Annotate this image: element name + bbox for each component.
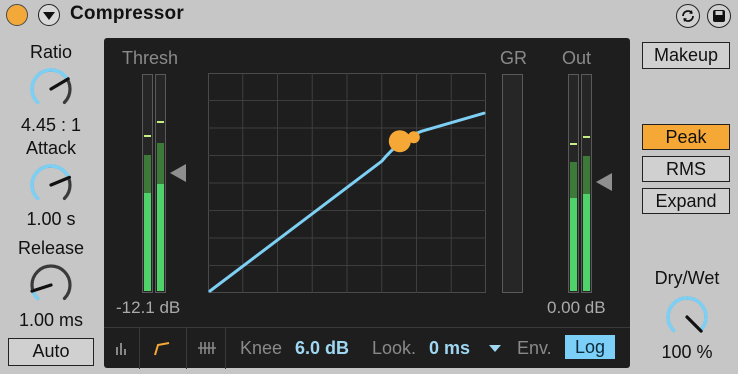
drywet-label: Dry/Wet [654, 268, 720, 288]
makeup-button[interactable]: Makeup [642, 42, 730, 69]
peak-mode-button[interactable]: Peak [642, 124, 730, 150]
auto-release-button[interactable]: Auto [8, 338, 94, 366]
lookahead-value[interactable]: 0 ms [429, 338, 470, 359]
ratio-value[interactable]: 4.45 : 1 [0, 115, 102, 136]
output-meter-left [568, 74, 579, 293]
transfer-curve-graph[interactable] [208, 73, 486, 293]
peak-hold-indicator [157, 121, 164, 123]
knee-label: Knee [240, 338, 283, 358]
meter-view-icon[interactable] [104, 328, 140, 369]
title-bar: Compressor [0, 0, 738, 32]
peak-hold-indicator [583, 136, 590, 138]
rms-mode-button[interactable]: RMS [642, 156, 730, 182]
peak-hold-indicator [570, 143, 577, 145]
expand-mode-button[interactable]: Expand [642, 188, 730, 214]
threshold-slider-handle[interactable] [170, 164, 186, 182]
compressor-display: Thresh GR Out -12.1 dB 0.00 dB Knee 6.0 … [104, 38, 630, 369]
ratio-knob[interactable] [26, 64, 76, 114]
display-bottom-bar: Knee 6.0 dB Look. 0 ms Env. Log [104, 327, 630, 369]
thresh-value[interactable]: -12.1 dB [116, 298, 180, 318]
sync-icon[interactable] [676, 4, 700, 28]
drywet-knob[interactable] [662, 292, 712, 342]
device-title: Compressor [70, 3, 184, 24]
attack-knob[interactable] [26, 160, 76, 210]
out-label: Out [562, 48, 592, 68]
knee-value[interactable]: 6.0 dB [295, 338, 349, 359]
threshold-handle [388, 130, 411, 153]
attack-value[interactable]: 1.00 s [0, 209, 102, 230]
drywet-value[interactable]: 100 % [636, 342, 738, 363]
thresh-label: Thresh [122, 48, 179, 68]
envelope-log-button[interactable]: Log [565, 335, 615, 359]
release-label: Release [17, 238, 85, 258]
input-meter-left [142, 74, 153, 293]
attack-label: Attack [25, 138, 77, 158]
input-meter-right [155, 74, 166, 293]
output-meter-right [581, 74, 592, 293]
save-icon[interactable] [707, 4, 731, 28]
out-value[interactable]: 0.00 dB [547, 298, 606, 318]
activity-view-icon[interactable] [188, 328, 226, 369]
release-value[interactable]: 1.00 ms [0, 310, 102, 331]
curve-view-icon[interactable] [141, 328, 187, 369]
fold-arrow-icon[interactable] [38, 4, 60, 26]
gr-label: GR [500, 48, 527, 68]
gain-reduction-meter [502, 74, 523, 293]
release-knob[interactable] [26, 260, 76, 310]
envelope-label: Env. [517, 338, 552, 358]
lookahead-label: Look. [372, 338, 417, 358]
knee-handle [407, 131, 420, 144]
output-gain-slider-handle[interactable] [596, 173, 612, 191]
lookahead-dropdown-arrow-icon[interactable] [489, 345, 501, 352]
ratio-label: Ratio [29, 42, 73, 62]
compressor-device: Compressor Ratio 4.45 : 1 Attack 1.00 s … [0, 0, 738, 374]
peak-hold-indicator [144, 135, 151, 137]
power-toggle-icon[interactable] [6, 4, 28, 26]
